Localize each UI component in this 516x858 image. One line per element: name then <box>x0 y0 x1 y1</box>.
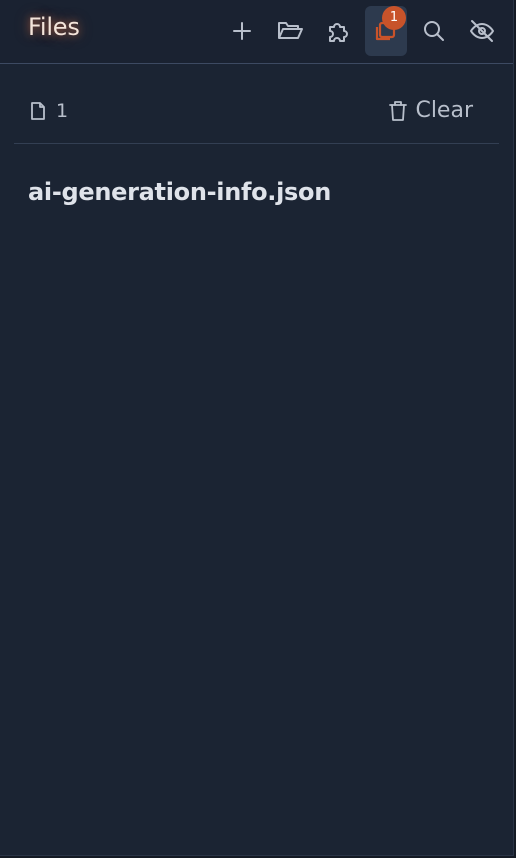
selection-count-badge: 1 <box>382 6 406 30</box>
list-item[interactable]: ai-generation-info.json <box>28 178 331 206</box>
panel-header: Files 1 <box>0 0 513 64</box>
file-count: 1 <box>30 100 68 122</box>
selection-info-bar: 1 Clear <box>14 65 499 144</box>
panel-title: Files <box>28 13 80 41</box>
file-list: ai-generation-info.json <box>28 178 331 206</box>
search-icon <box>424 21 444 41</box>
files-panel: Files 1 1 Clear ai-generation-info.json <box>0 0 514 856</box>
plus-icon <box>233 22 251 40</box>
extensions-button[interactable] <box>317 6 359 56</box>
folder-open-icon <box>278 22 303 39</box>
file-count-value: 1 <box>56 100 69 122</box>
puzzle-icon <box>329 23 348 42</box>
clear-label: Clear <box>415 98 473 123</box>
trash-icon <box>389 100 408 121</box>
open-folder-button[interactable] <box>269 6 311 56</box>
file-icon <box>31 102 45 120</box>
clear-button[interactable]: Clear <box>389 98 473 123</box>
eye-off-icon <box>470 20 494 42</box>
header-toolbar: 1 <box>221 6 503 56</box>
search-button[interactable] <box>413 6 455 56</box>
toggle-hidden-button[interactable] <box>461 6 503 56</box>
add-button[interactable] <box>221 6 263 56</box>
selected-files-button[interactable]: 1 <box>365 6 407 56</box>
